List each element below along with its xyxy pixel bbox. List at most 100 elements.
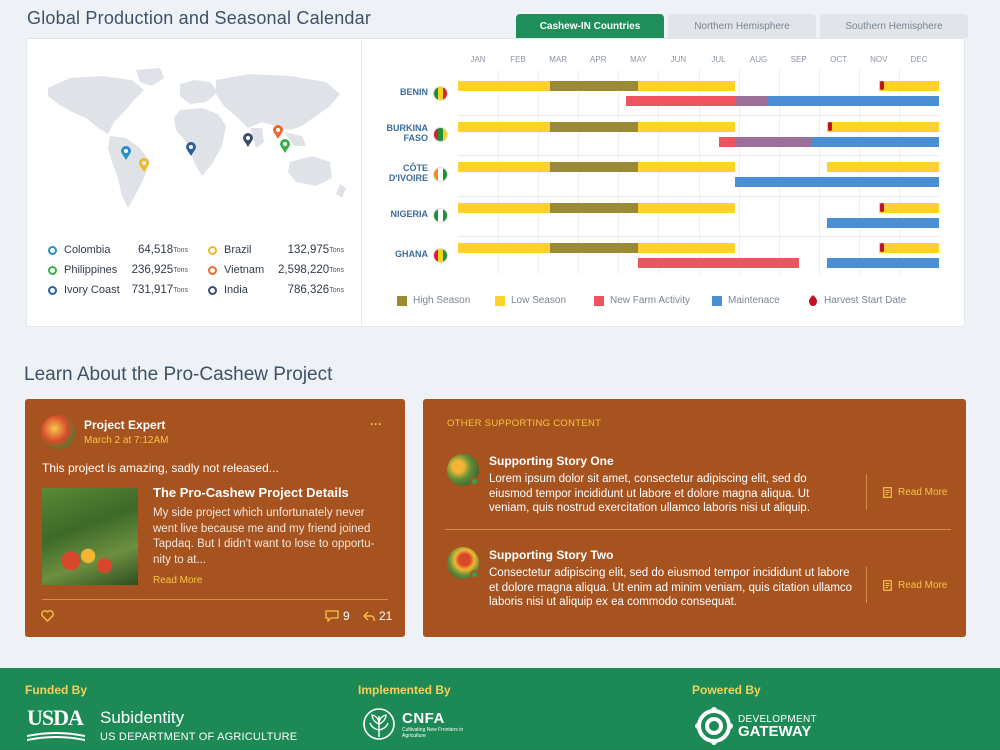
- stat-unit: Tons: [173, 266, 188, 274]
- map-marker-brazil[interactable]: [138, 157, 150, 173]
- calendar-bar-high[interactable]: [550, 202, 639, 213]
- post-author[interactable]: Project Expert: [84, 418, 165, 432]
- map-marker-philippines[interactable]: [279, 138, 291, 154]
- calendar-bar-low[interactable]: [826, 121, 939, 132]
- calendar-bar-farm[interactable]: [734, 96, 767, 106]
- article-read-more-link[interactable]: Read More: [153, 575, 202, 586]
- calendar-bar-farm[interactable]: [718, 136, 735, 147]
- calendar-bar-low[interactable]: [458, 202, 551, 213]
- stat-country: Vietnam: [224, 264, 265, 276]
- article-title[interactable]: The Pro-Cashew Project Details: [153, 485, 349, 500]
- map-marker-india[interactable]: [242, 132, 254, 148]
- funder-subtitle: US DEPARTMENT OF AGRICULTURE: [100, 731, 298, 743]
- calendar-bar-maint[interactable]: [810, 136, 939, 147]
- calendar-bar-low[interactable]: [458, 243, 551, 253]
- comments-count: 9: [343, 609, 350, 623]
- stat-unit: Tons: [329, 286, 344, 294]
- story-two-read-more-button[interactable]: Read More: [866, 567, 947, 603]
- calendar-bar-low[interactable]: [638, 121, 735, 132]
- calendar-bar-low[interactable]: [638, 243, 735, 253]
- development-gateway-logo[interactable]: DEVELOPMENT GATEWAY: [694, 706, 817, 746]
- story-one-read-more-button[interactable]: Read More: [866, 474, 947, 510]
- calendar-bar-high[interactable]: [550, 243, 639, 253]
- story-two-title[interactable]: Supporting Story Two: [489, 548, 613, 562]
- calendar-bar-farm[interactable]: [638, 258, 799, 268]
- share-button[interactable]: 21: [363, 609, 392, 623]
- calendar-bar-low[interactable]: [878, 81, 939, 91]
- legend-label: Low Season: [511, 295, 567, 306]
- calendar-bar-low[interactable]: [638, 202, 735, 213]
- panel-divider: [361, 40, 362, 325]
- calendar-bar-low[interactable]: [638, 162, 735, 172]
- tab-cashew-in-countries[interactable]: Cashew-IN Countries: [516, 14, 664, 38]
- calendar-bar-farm[interactable]: [734, 136, 811, 147]
- post-date: March 2 at 7:12AM: [84, 435, 169, 446]
- stat-value: 236,925: [131, 264, 174, 276]
- month-label-dec: DEC: [910, 55, 928, 64]
- story-one-title[interactable]: Supporting Story One: [489, 454, 614, 468]
- story-two-body: Consectetur adipiscing elit, sed do eius…: [489, 567, 853, 608]
- comments-button[interactable]: 9: [325, 609, 350, 623]
- country-label: BURKINA FASO: [386, 122, 429, 143]
- cnfa-logo[interactable]: CNFA Cultivating New Frontiers in Agricu…: [362, 706, 464, 742]
- post-menu-button[interactable]: ···: [370, 417, 382, 431]
- country-flag-icon: [433, 207, 448, 223]
- calendar-bar-low[interactable]: [878, 202, 939, 213]
- legend-swatch: [712, 295, 722, 306]
- legend-swatch: [495, 295, 505, 306]
- calendar-bar-low[interactable]: [458, 81, 551, 91]
- legend-swatch: [397, 295, 407, 306]
- usda-logo[interactable]: USDA: [27, 706, 87, 746]
- calendar-bar-low[interactable]: [638, 81, 735, 91]
- learn-title: Learn About the Pro-Cashew Project: [24, 364, 333, 385]
- stat-dot: [48, 245, 57, 255]
- stat-unit: Tons: [329, 246, 344, 254]
- heart-icon[interactable]: [41, 610, 54, 622]
- calendar-bar-high[interactable]: [550, 81, 639, 91]
- harvest-start-marker[interactable]: [879, 243, 884, 252]
- supporting-content-card: OTHER SUPPORTING CONTENT Supporting Stor…: [423, 399, 966, 637]
- calendar-bar-maint[interactable]: [826, 217, 939, 228]
- calendar-legend: High Season Low Season New Farm Activity…: [397, 294, 918, 307]
- stat-value: 786,326: [287, 284, 330, 296]
- legend-maintenance: Maintenace: [712, 294, 808, 307]
- stat-value: 731,917: [131, 284, 174, 296]
- harvest-start-marker[interactable]: [879, 81, 884, 90]
- country-label: CÔTE D'IVOIRE: [388, 163, 428, 183]
- calendar-bar-farm[interactable]: [626, 96, 735, 106]
- avatar[interactable]: [41, 415, 75, 449]
- plant-icon: [363, 708, 395, 740]
- stat-country: Colombia: [64, 244, 111, 256]
- calendar-bar-maint[interactable]: [734, 177, 939, 187]
- powered-by-label: Powered By: [692, 683, 761, 697]
- article-thumbnail[interactable]: [42, 488, 138, 585]
- month-label-apr: APR: [590, 55, 607, 64]
- funded-by-label: Funded By: [25, 683, 87, 697]
- calendar-bar-high[interactable]: [550, 121, 639, 132]
- implemented-by-label: Implemented By: [358, 683, 451, 697]
- map-marker-colombia[interactable]: [120, 145, 132, 161]
- tab-southern-hemisphere[interactable]: Southern Hemisphere: [820, 14, 968, 38]
- calendar-bar-maint[interactable]: [766, 96, 939, 106]
- stat-dot: [208, 245, 217, 255]
- shares-count: 21: [379, 609, 393, 623]
- legend-high-season: High Season: [397, 294, 495, 307]
- cnfa-tagline: Cultivating New Frontiers in Agriculture: [402, 726, 464, 739]
- calendar-bar-low[interactable]: [458, 121, 551, 132]
- stat-value: 132,975: [287, 244, 330, 256]
- legend-new-farm-activity: New Farm Activity: [594, 294, 712, 307]
- calendar-bar-low[interactable]: [458, 162, 551, 172]
- tab-northern-hemisphere[interactable]: Northern Hemisphere: [668, 14, 816, 38]
- seasonal-calendar: [458, 70, 939, 274]
- calendar-bar-low[interactable]: [878, 243, 939, 253]
- map-marker-ivory-coast[interactable]: [185, 141, 197, 157]
- country-flag-icon: [433, 167, 448, 182]
- harvest-start-marker[interactable]: [827, 121, 832, 131]
- reply-icon: [363, 611, 375, 621]
- calendar-bar-high[interactable]: [550, 162, 639, 172]
- stat-colombia: Colombia 64,518 Tons: [48, 244, 188, 256]
- legend-harvest-start-date: Harvest Start Date: [808, 294, 918, 307]
- calendar-bar-low[interactable]: [826, 162, 939, 172]
- harvest-start-marker[interactable]: [879, 202, 884, 212]
- calendar-bar-maint[interactable]: [826, 258, 939, 268]
